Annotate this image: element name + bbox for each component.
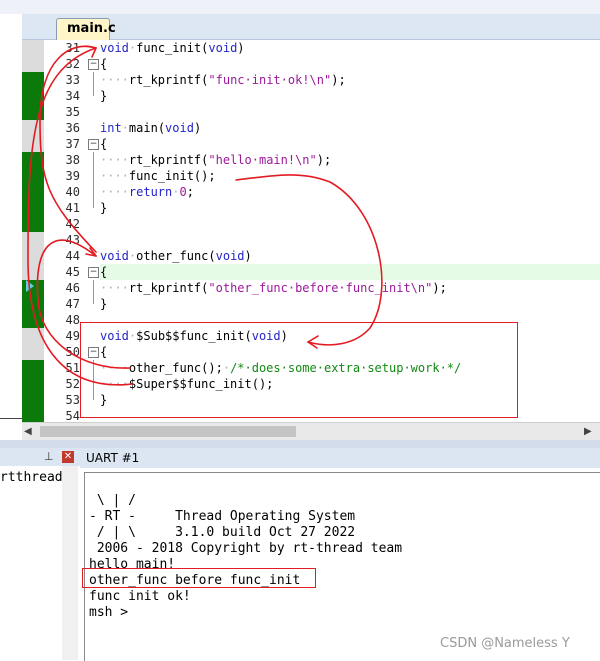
left-project-strip [0, 14, 22, 444]
line-number: 42 [65, 217, 80, 231]
top-toolbar-strip [0, 0, 600, 15]
line-number: 40 [65, 185, 80, 199]
code-line[interactable]: ····return·0; [100, 184, 194, 200]
fold-toggle-icon[interactable]: − [88, 139, 99, 150]
coverage-block [22, 152, 44, 232]
scroll-left-icon[interactable]: ◀ [24, 426, 32, 437]
line-number: 39 [65, 169, 80, 183]
line-number: 44 [65, 249, 80, 263]
project-panel: ⊥ ✕ rtthread [0, 448, 80, 660]
code-line[interactable]: ····rt_kprintf("other_func·before·func_i… [100, 280, 447, 296]
tab-main-c[interactable]: main.c [56, 18, 116, 40]
project-tree-item[interactable]: rtthread [0, 470, 63, 485]
uart-panel: UART #1 \ | / - RT - Thread Operating Sys… [80, 448, 600, 661]
project-panel-header: ⊥ ✕ [0, 448, 80, 466]
terminal-line: msh > [89, 605, 129, 620]
uart-panel-header: UART #1 [80, 448, 600, 468]
execution-gutter [22, 40, 44, 424]
line-number: 36 [65, 121, 80, 135]
line-number: 46 [65, 281, 80, 295]
close-icon[interactable]: ✕ [62, 451, 74, 463]
code-line[interactable]: } [100, 200, 107, 216]
annotation-box-output [82, 568, 316, 588]
watermark: CSDN @Nameless Y [440, 636, 570, 651]
terminal-line: / | \ 3.1.0 build Oct 27 2022 [89, 525, 356, 540]
coverage-block [22, 360, 44, 424]
editor-tab-bar: main.c [22, 14, 600, 40]
code-line[interactable]: { [100, 136, 107, 152]
uart-terminal[interactable]: \ | / - RT - Thread Operating System / | … [84, 472, 600, 661]
terminal-line: func init ok! [89, 589, 191, 604]
line-number: 35 [65, 105, 80, 119]
fold-toggle-icon[interactable]: − [88, 59, 99, 70]
code-line[interactable]: void·other_func(void) [100, 248, 252, 264]
vertical-scrollbar[interactable] [62, 466, 78, 660]
fold-toggle-icon[interactable]: − [88, 267, 99, 278]
code-line[interactable]: int·main(void) [100, 120, 201, 136]
line-number: 48 [65, 313, 80, 327]
fold-guide [93, 152, 94, 208]
panel-divider[interactable] [0, 440, 600, 448]
line-number: 50 [65, 345, 80, 359]
line-number: 34 [65, 89, 80, 103]
line-number: 47 [65, 297, 80, 311]
code-line[interactable]: ····func_init(); [100, 168, 216, 184]
scroll-right-icon[interactable]: ▶ [584, 426, 592, 437]
line-number: 41 [65, 201, 80, 215]
terminal-line: - RT - Thread Operating System [89, 509, 356, 524]
current-line-highlight [100, 264, 600, 280]
line-number: 38 [65, 153, 80, 167]
terminal-line: \ | / [89, 493, 136, 508]
line-number: 52 [65, 377, 80, 391]
code-line[interactable]: } [100, 296, 107, 312]
line-number: 53 [65, 393, 80, 407]
line-number: 37 [65, 137, 80, 151]
line-number: 45 [65, 265, 80, 279]
coverage-block [22, 72, 44, 120]
pin-icon[interactable]: ⊥ [44, 450, 54, 463]
scrollbar-thumb[interactable] [40, 426, 296, 437]
line-number: 33 [65, 73, 80, 87]
code-line[interactable]: ····rt_kprintf("hello·main!\n"); [100, 152, 331, 168]
code-line[interactable]: { [100, 56, 107, 72]
annotation-box-sub-func [80, 322, 518, 418]
code-line[interactable]: void·func_init(void) [100, 40, 245, 56]
current-line-arrow-icon [26, 280, 34, 292]
fold-guide [93, 72, 94, 96]
code-line[interactable]: { [100, 264, 107, 280]
line-number: 49 [65, 329, 80, 343]
divider [0, 418, 22, 419]
uart-title: UART #1 [86, 451, 140, 465]
line-number: 31 [65, 41, 80, 55]
terminal-line: 2006 - 2018 Copyright by rt-thread team [89, 541, 403, 556]
line-number: 51 [65, 361, 80, 375]
line-number: 43 [65, 233, 80, 247]
code-line[interactable]: ····rt_kprintf("func·init·ok!\n"); [100, 72, 346, 88]
code-line[interactable]: } [100, 88, 107, 104]
horizontal-scrollbar[interactable]: ◀ ▶ [22, 422, 600, 440]
line-number: 32 [65, 57, 80, 71]
fold-guide [93, 280, 94, 304]
tab-label: main.c [67, 21, 116, 36]
